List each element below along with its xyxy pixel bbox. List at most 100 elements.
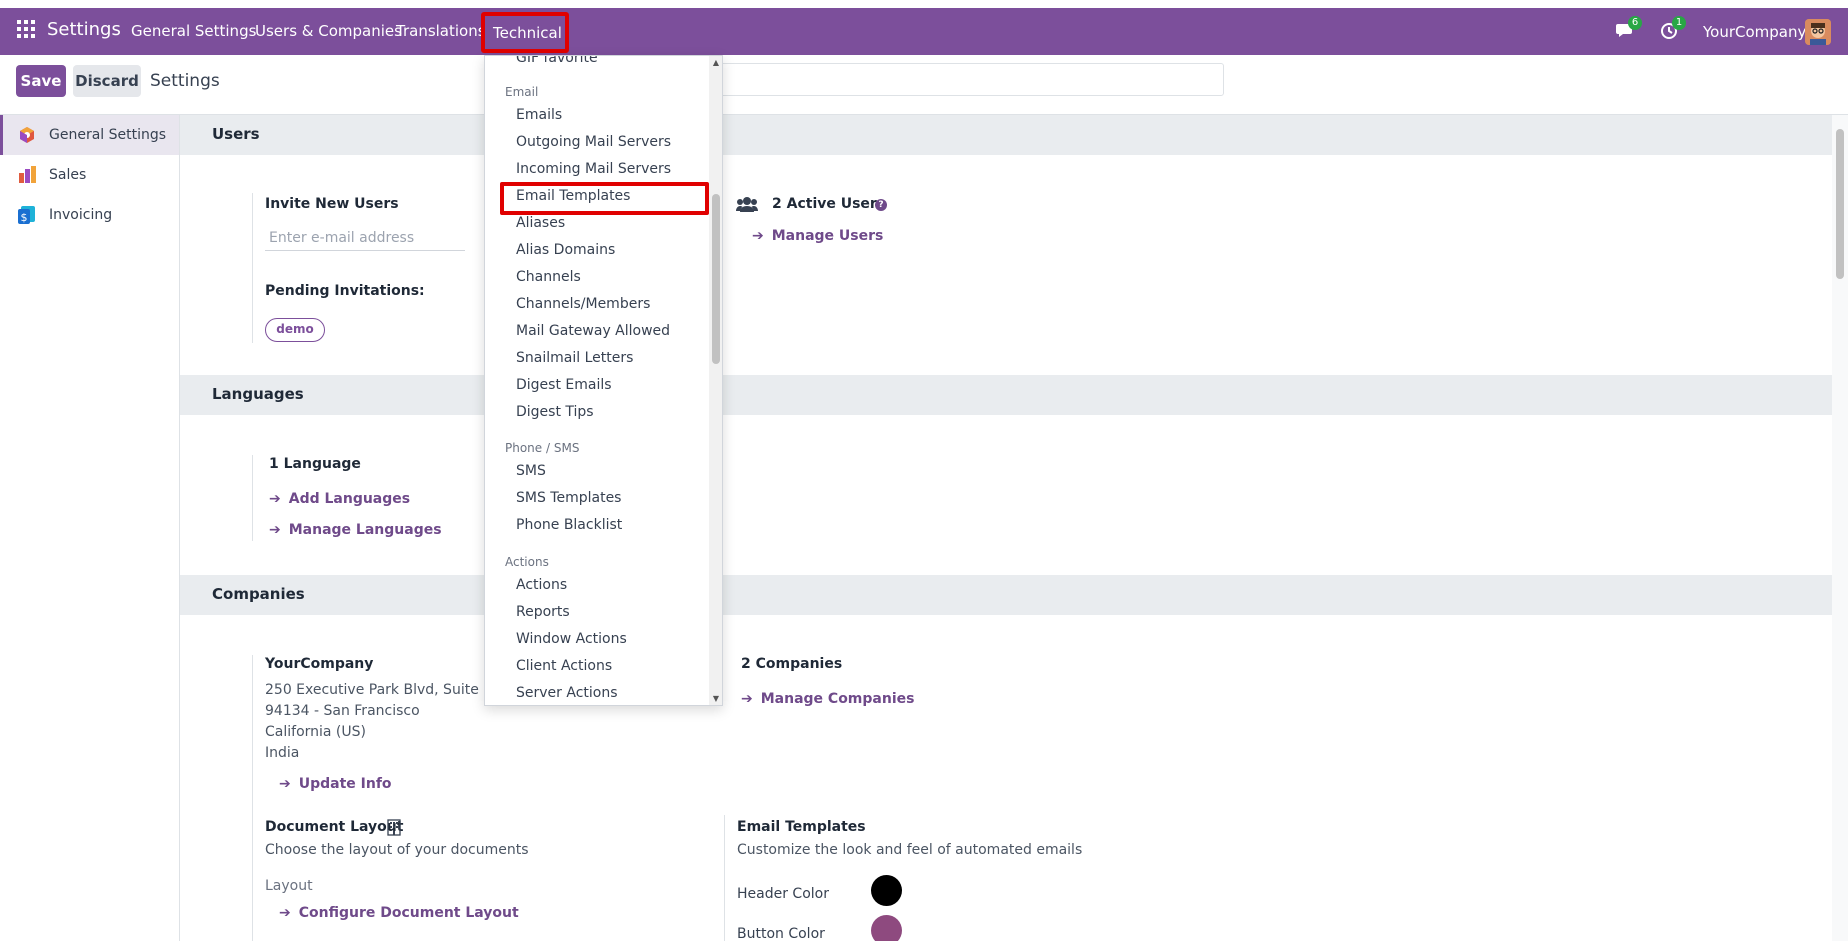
general-settings-icon [18, 126, 36, 144]
dropdown-item-outgoing-mail-servers[interactable]: Outgoing Mail Servers [516, 134, 671, 150]
sidebar-item-invoicing[interactable]: $ Invoicing [0, 195, 179, 235]
sidebar-item-general-settings[interactable]: General Settings [0, 115, 179, 155]
dropdown-item-digest-tips[interactable]: Digest Tips [516, 404, 594, 420]
dropdown-item-phone-blacklist[interactable]: Phone Blacklist [516, 517, 622, 533]
sidebar-item-label: General Settings [49, 127, 167, 143]
divider [252, 455, 253, 541]
header-color-label: Header Color [737, 886, 829, 902]
divider [252, 815, 253, 941]
help-icon[interactable]: ? [875, 199, 887, 211]
activity-badge: 1 [1672, 16, 1686, 30]
menu-technical-label: Technical [493, 24, 562, 42]
manage-languages-link[interactable]: ➔ Manage Languages [269, 522, 442, 538]
menu-general-settings[interactable]: General Settings [131, 22, 256, 40]
languages-section-header: Languages [180, 375, 1832, 415]
sidebar-item-label: Sales [49, 167, 87, 183]
users-section-header: Users [180, 115, 1832, 155]
menu-translations[interactable]: Translations [396, 22, 486, 40]
main-scrollbar-thumb[interactable] [1836, 129, 1844, 279]
invite-email-placeholder: Enter e-mail address [269, 230, 415, 246]
company-name: YourCompany [265, 656, 374, 672]
dropdown-item-actions[interactable]: Actions [516, 577, 567, 593]
dropdown-item-channels-members[interactable]: Channels/Members [516, 296, 650, 312]
dropdown-item-reports[interactable]: Reports [516, 604, 570, 620]
arrow-right-icon: ➔ [269, 522, 281, 538]
dropdown-item-server-actions[interactable]: Server Actions [516, 685, 618, 701]
activity-icon[interactable]: 1 [1660, 16, 1686, 40]
company-switcher[interactable]: YourCompany [1703, 23, 1806, 41]
divider [252, 193, 253, 343]
dropdown-item-mail-gateway-allowed[interactable]: Mail Gateway Allowed [516, 323, 670, 339]
dropdown-item-client-actions[interactable]: Client Actions [516, 658, 612, 674]
button-color-picker[interactable] [871, 915, 902, 941]
company-address-line: India [265, 745, 300, 761]
manage-users-link[interactable]: ➔ Manage Users [752, 228, 883, 244]
save-button[interactable]: Save [16, 65, 66, 97]
dropdown-item-sms-templates[interactable]: SMS Templates [516, 490, 621, 506]
dropdown-group-email: Email [505, 85, 539, 99]
section-title: Companies [212, 585, 305, 603]
svg-text:$: $ [21, 211, 28, 224]
menu-users-companies[interactable]: Users & Companies [255, 22, 402, 40]
email-templates-title: Email Templates [737, 819, 866, 835]
technical-dropdown-menu: GIF favorite Email Emails Outgoing Mail … [484, 55, 723, 706]
dropdown-group-actions: Actions [505, 555, 549, 569]
building-icon [387, 819, 401, 840]
button-color-label: Button Color [737, 926, 825, 941]
dropdown-item-snailmail-letters[interactable]: Snailmail Letters [516, 350, 633, 366]
messages-icon[interactable]: 6 [1616, 16, 1642, 40]
add-languages-link[interactable]: ➔ Add Languages [269, 491, 410, 507]
configure-document-layout-link[interactable]: ➔ Configure Document Layout [279, 905, 519, 921]
section-title: Languages [212, 385, 304, 403]
dropdown-item-channels[interactable]: Channels [516, 269, 581, 285]
sidebar-item-sales[interactable]: Sales [0, 155, 179, 195]
document-layout-description: Choose the layout of your documents [265, 842, 529, 858]
manage-companies-link[interactable]: ➔ Manage Companies [741, 691, 914, 707]
dropdown-item-digest-emails[interactable]: Digest Emails [516, 377, 612, 393]
invite-new-users-label: Invite New Users [265, 196, 399, 212]
dropdown-scrollbar[interactable]: ▲ ▼ [709, 56, 722, 705]
users-group-icon [736, 196, 758, 216]
arrow-right-icon: ➔ [741, 691, 753, 707]
dropdown-group-phone-sms: Phone / SMS [505, 441, 580, 455]
email-templates-description: Customize the look and feel of automated… [737, 842, 1083, 858]
company-address-line: California (US) [265, 724, 366, 740]
highlight-box [500, 182, 709, 215]
pending-user-badge[interactable]: demo [265, 318, 325, 342]
breadcrumb: Settings [150, 71, 220, 91]
scroll-up-icon[interactable]: ▲ [711, 58, 721, 67]
sidebar-item-label: Invoicing [49, 207, 113, 223]
company-address-line: 94134 - San Francisco [265, 703, 420, 719]
sales-icon [18, 166, 36, 184]
invite-email-input[interactable]: Enter e-mail address [265, 225, 465, 251]
settings-search-input[interactable] [720, 63, 1224, 96]
user-avatar[interactable] [1805, 19, 1831, 45]
active-users-count: 2 Active Users [772, 196, 886, 212]
scroll-down-icon[interactable]: ▼ [711, 694, 721, 703]
main-scrollbar[interactable] [1832, 115, 1848, 941]
control-panel: Save Discard Settings [0, 55, 1848, 115]
dropdown-item-sms[interactable]: SMS [516, 463, 546, 479]
invoicing-icon: $ [18, 206, 36, 224]
apps-menu-icon[interactable] [17, 20, 35, 38]
top-navbar: Settings General Settings Users & Compan… [0, 8, 1848, 55]
dropdown-item-gif-favorite[interactable]: GIF favorite [516, 56, 598, 66]
dropdown-item-alias-domains[interactable]: Alias Domains [516, 242, 615, 258]
dropdown-item-incoming-mail-servers[interactable]: Incoming Mail Servers [516, 161, 671, 177]
layout-label: Layout [265, 878, 313, 894]
header-color-picker[interactable] [871, 875, 902, 906]
arrow-right-icon: ➔ [752, 228, 764, 244]
divider [724, 815, 725, 941]
update-info-link[interactable]: ➔ Update Info [279, 776, 392, 792]
menu-technical[interactable]: Technical [481, 12, 569, 53]
app-name[interactable]: Settings [47, 19, 121, 40]
arrow-right-icon: ➔ [279, 905, 291, 921]
dropdown-item-aliases[interactable]: Aliases [516, 215, 565, 231]
dropdown-item-window-actions[interactable]: Window Actions [516, 631, 627, 647]
section-title: Users [212, 125, 260, 143]
arrow-right-icon: ➔ [269, 491, 281, 507]
dropdown-scrollbar-thumb[interactable] [712, 194, 720, 364]
dropdown-item-emails[interactable]: Emails [516, 107, 562, 123]
top-strip [0, 0, 1848, 8]
discard-button[interactable]: Discard [73, 65, 141, 97]
